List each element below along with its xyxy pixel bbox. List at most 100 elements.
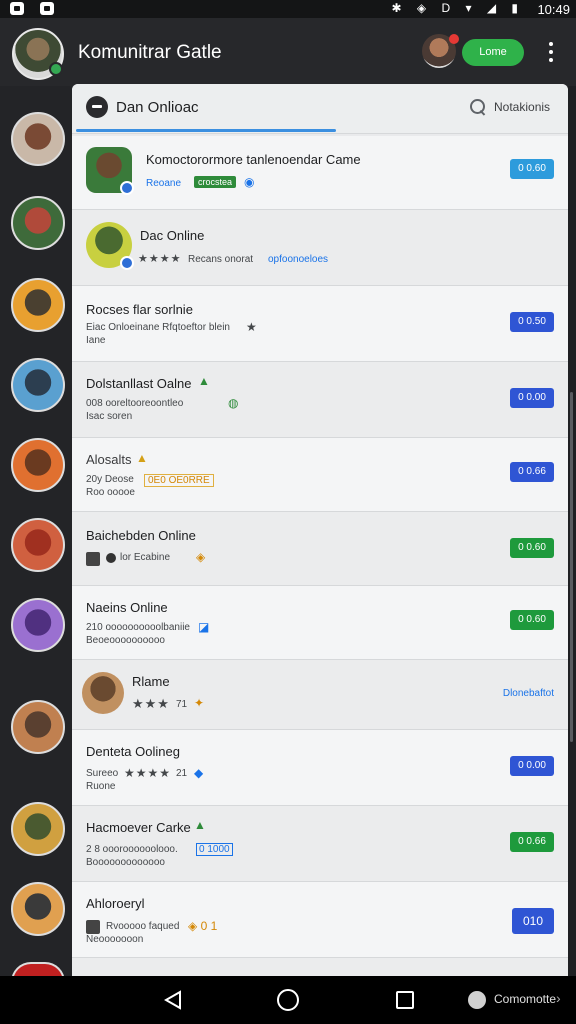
verified-icon <box>120 181 134 195</box>
game-subtitle: 20y Deose <box>86 474 134 485</box>
gem-icon: ▲ <box>136 451 148 465</box>
game-detail: Neooooooon <box>86 934 144 945</box>
tab-bar: Dan Onlioac Notakionis <box>72 84 568 134</box>
game-subtitle: Recans onorat <box>188 254 254 265</box>
play-button[interactable]: 0 0.00 <box>510 388 554 408</box>
globe-icon: ◍ <box>228 396 239 410</box>
game-subtitle: lor Ecabine <box>120 552 171 563</box>
game-title: Denteta Oolineg <box>86 744 180 759</box>
back-icon[interactable] <box>164 990 182 1010</box>
recents-icon[interactable] <box>396 991 414 1009</box>
rating-stars-icon: ★★★ <box>132 696 170 711</box>
game-detail: Isac soren <box>86 411 133 422</box>
list-item[interactable]: Rlame ★★★ 71 ✦ Dlonebaftot <box>72 660 568 730</box>
rail-avatar[interactable] <box>11 112 65 166</box>
game-tag: 0E0 OE0RRE <box>144 474 214 487</box>
game-detail: Roo ooooe <box>86 487 135 498</box>
game-subtitle: 2 8 oooroooooolooo. <box>86 844 178 855</box>
dot-icon <box>106 553 116 563</box>
game-detail: Ruone <box>86 781 116 792</box>
play-button[interactable]: 0 0.60 <box>510 538 554 558</box>
scrollbar[interactable] <box>570 392 573 742</box>
game-list-panel: Dan Onlioac Notakionis Komoctorormore ta… <box>72 84 568 976</box>
list-item[interactable]: Baichebden Online lor Ecabine ◈ 0 0.60 <box>72 512 568 586</box>
star-icon: ★ <box>246 320 258 334</box>
rail-avatar[interactable] <box>11 358 65 412</box>
game-link[interactable]: opfoonoeloes <box>268 254 328 265</box>
active-tab-indicator <box>76 129 336 132</box>
game-link[interactable]: Dlonebaftot <box>503 688 554 699</box>
game-detail: Iane <box>86 335 106 346</box>
search-icon[interactable] <box>470 99 486 115</box>
rail-avatar[interactable] <box>11 438 65 492</box>
tab-label: Dan Onlioac <box>116 99 199 116</box>
list-item[interactable]: Komoctorormore tanlenoendar Came Reoane … <box>72 136 568 210</box>
shield-icon: ◉ <box>244 175 255 189</box>
game-subtitle: Reoane <box>146 178 182 189</box>
home-icon[interactable] <box>277 989 299 1011</box>
chat-icon <box>86 96 108 118</box>
system-navbar: Comomotte › <box>0 976 576 1024</box>
app-logo[interactable] <box>12 28 64 80</box>
status-bar: ✱ ◈ D ▾ ◢ ▮ 10:49 <box>0 0 576 18</box>
play-button[interactable]: 0 0.50 <box>510 312 554 332</box>
list-item[interactable]: Alosalts ▲ 20y Deose 0E0 OE0RRE Roo oooo… <box>72 438 568 512</box>
assistant-label: Comomotte <box>494 992 557 1006</box>
friends-rail <box>0 86 76 982</box>
rating-count: 21 <box>176 768 188 779</box>
notification-icon <box>40 2 54 15</box>
game-tag: 0 1000 <box>196 843 233 856</box>
game-title: Alosalts <box>86 452 132 467</box>
play-button[interactable]: 0 0.60 <box>510 610 554 630</box>
game-title: Baichebden Online <box>86 528 196 543</box>
game-title: Rlame <box>132 674 170 689</box>
list-item[interactable]: Naeins Online 210 oooooooooolbaniie ◪ Be… <box>72 586 568 660</box>
list-item[interactable]: Dolstanllast Oalne ▲ 008 ooreltooreoontl… <box>72 362 568 438</box>
rail-avatar[interactable] <box>11 700 65 754</box>
controller-icon <box>86 552 100 566</box>
rail-avatar[interactable] <box>11 196 65 250</box>
rail-avatar[interactable] <box>11 802 65 856</box>
game-subtitle: Sureeo <box>86 768 119 779</box>
game-subtitle: Eiac Onloeinane Rfqtoeftor blein <box>86 322 230 333</box>
play-button[interactable]: 010 <box>512 908 554 934</box>
rail-avatar[interactable] <box>11 882 65 936</box>
chevron-right-icon: › <box>556 990 561 1006</box>
online-badge-icon <box>49 62 63 76</box>
rating-count: 71 <box>176 699 188 710</box>
list-item[interactable]: Rocses flar sorlnie Eiac Onloeinane Rfqt… <box>72 286 568 362</box>
app-title: Komunitrar Gatle <box>78 42 222 63</box>
game-title: Ahloroeryl <box>86 896 145 911</box>
play-button[interactable]: 0 0.66 <box>510 462 554 482</box>
status-time: 10:49 <box>537 2 570 17</box>
crown-icon: ◈ <box>196 550 206 564</box>
home-button[interactable]: Lome <box>462 39 524 66</box>
more-options-icon[interactable] <box>544 40 558 64</box>
game-thumbnail <box>82 672 124 714</box>
list-item[interactable] <box>72 958 568 976</box>
rail-avatar[interactable] <box>11 278 65 332</box>
play-button[interactable]: 0 0.60 <box>510 159 554 179</box>
tab-label: Notakionis <box>494 100 551 114</box>
play-button[interactable]: 0 0.00 <box>510 756 554 776</box>
gem-icon: ▲ <box>194 818 206 832</box>
rating-stars-icon: ★★★★ <box>124 766 172 780</box>
game-title: Komoctorormore tanlenoendar Came <box>146 152 361 167</box>
list-item[interactable]: Denteta Oolineg Sureeo ★★★★ 21 ◆ Ruone 0… <box>72 730 568 806</box>
game-subtitle: 008 ooreltooreoontleo <box>86 398 184 409</box>
game-subtitle: 210 oooooooooolbaniie <box>86 622 190 633</box>
game-detail: Beoeoooooooooo <box>86 635 165 646</box>
list-item[interactable]: Dac Online ★★★★ Recans onorat opfoonoelo… <box>72 210 568 286</box>
rail-avatar[interactable] <box>11 518 65 572</box>
list-item[interactable]: Hacmoever Carke ▲ 2 8 oooroooooolooo. 0 … <box>72 806 568 882</box>
game-title: Rocses flar sorlnie <box>86 302 193 317</box>
notification-dot-icon <box>449 34 459 44</box>
notification-icon <box>10 2 24 15</box>
game-title: Dac Online <box>140 228 205 243</box>
badge-icon: ◪ <box>198 620 210 634</box>
list-item[interactable]: Ahloroeryl Rvooooo faqued ◈ 0 1 Neoooooo… <box>72 882 568 958</box>
diamond-icon: ◆ <box>194 766 204 780</box>
user-avatar[interactable] <box>422 34 459 68</box>
play-button[interactable]: 0 0.66 <box>510 832 554 852</box>
rail-avatar[interactable] <box>11 598 65 652</box>
